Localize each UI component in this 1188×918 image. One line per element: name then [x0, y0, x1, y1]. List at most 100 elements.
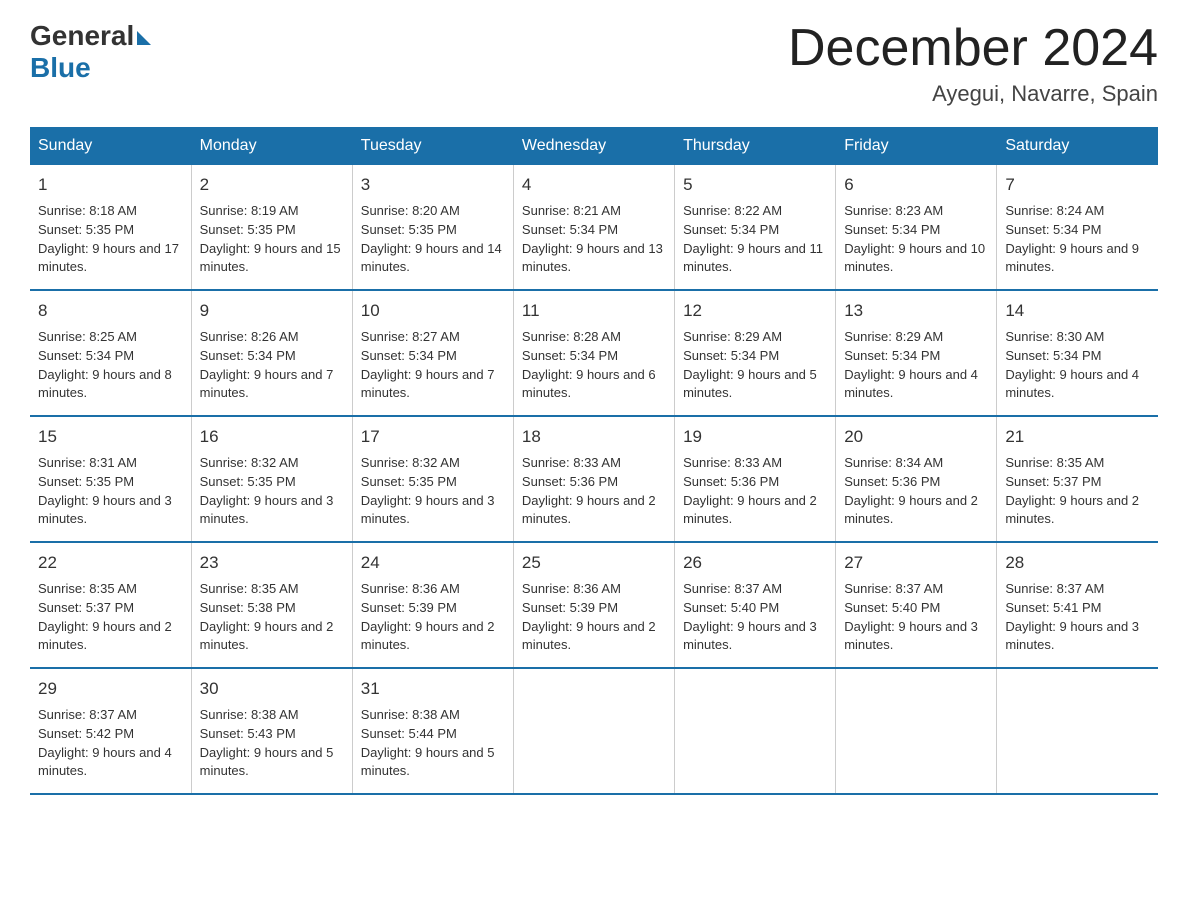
table-row: 15Sunrise: 8:31 AMSunset: 5:35 PMDayligh… — [30, 416, 191, 542]
sunrise-text: Sunrise: 8:20 AM — [361, 203, 460, 218]
table-row: 12Sunrise: 8:29 AMSunset: 5:34 PMDayligh… — [675, 290, 836, 416]
sunset-text: Sunset: 5:34 PM — [683, 348, 779, 363]
table-row: 27Sunrise: 8:37 AMSunset: 5:40 PMDayligh… — [836, 542, 997, 668]
sunrise-text: Sunrise: 8:31 AM — [38, 455, 137, 470]
day-number: 30 — [200, 677, 344, 702]
daylight-text: Daylight: 9 hours and 2 minutes. — [38, 619, 172, 653]
sunrise-text: Sunrise: 8:25 AM — [38, 329, 137, 344]
table-row: 5Sunrise: 8:22 AMSunset: 5:34 PMDaylight… — [675, 165, 836, 290]
daylight-text: Daylight: 9 hours and 2 minutes. — [1005, 493, 1139, 527]
calendar-week-row: 29Sunrise: 8:37 AMSunset: 5:42 PMDayligh… — [30, 668, 1158, 794]
sunrise-text: Sunrise: 8:18 AM — [38, 203, 137, 218]
sunrise-text: Sunrise: 8:35 AM — [38, 581, 137, 596]
daylight-text: Daylight: 9 hours and 3 minutes. — [361, 493, 495, 527]
daylight-text: Daylight: 9 hours and 17 minutes. — [38, 241, 179, 275]
calendar-week-row: 15 Sunrise: 8:31 AM Sunset: 5:35 PM Dayligh… — [30, 416, 1158, 542]
day-number: 9 — [200, 299, 344, 324]
table-row — [675, 668, 836, 794]
sunrise-text: Sunrise: 8:28 AM — [522, 329, 621, 344]
sunrise-text: Sunrise: 8:36 AM — [522, 581, 621, 596]
logo-general-text: General — [30, 20, 134, 52]
day-number: 6 — [844, 173, 988, 198]
sunset-text: Sunset: 5:37 PM — [1005, 474, 1101, 489]
daylight-text: Daylight: 9 hours and 9 minutes. — [1005, 241, 1139, 275]
day-number: 17 — [361, 425, 505, 450]
sunset-text: Sunset: 5:34 PM — [1005, 348, 1101, 363]
daylight-text: Daylight: 9 hours and 13 minutes. — [522, 241, 663, 275]
table-row: 23 Sunrise: 8:35 AM Sunset: 5:38 PM Dayligh… — [191, 542, 352, 668]
daylight-text: Daylight: 9 hours and 7 minutes. — [200, 367, 334, 401]
table-row: 14Sunrise: 8:30 AMSunset: 5:34 PMDayligh… — [997, 290, 1158, 416]
sunset-text: Sunset: 5:35 PM — [38, 222, 134, 237]
sunset-text: Sunset: 5:39 PM — [361, 600, 457, 615]
day-number: 21 — [1005, 425, 1150, 450]
table-row — [513, 668, 674, 794]
table-row: 22Sunrise: 8:35 AMSunset: 5:37 PMDayligh… — [30, 542, 191, 668]
sunset-text: Sunset: 5:35 PM — [361, 474, 457, 489]
col-monday: Monday — [191, 127, 352, 165]
day-number: 3 — [361, 173, 505, 198]
daylight-text: Daylight: 9 hours and 8 minutes. — [38, 367, 172, 401]
day-number: 24 — [361, 551, 505, 576]
sunrise-text: Sunrise: 8:38 AM — [361, 707, 460, 722]
sunrise-text: Sunrise: 8:27 AM — [361, 329, 460, 344]
sunrise-text: Sunrise: 8:29 AM — [683, 329, 782, 344]
table-row: 30Sunrise: 8:38 AMSunset: 5:43 PMDayligh… — [191, 668, 352, 794]
day-number: 1 — [38, 173, 183, 198]
table-row: 2 Sunrise: 8:19 AM Sunset: 5:35 PM Daylight… — [191, 165, 352, 290]
sunset-text: Sunset: 5:40 PM — [683, 600, 779, 615]
logo: General Blue — [30, 20, 151, 84]
sunrise-text: Sunrise: 8:24 AM — [1005, 203, 1104, 218]
col-thursday: Thursday — [675, 127, 836, 165]
table-row: 21 Sunrise: 8:35 AM Sunset: 5:37 PM Dayligh… — [997, 416, 1158, 542]
sunrise-text: Sunrise: 8:23 AM — [844, 203, 943, 218]
daylight-text: Daylight: 9 hours and 15 minutes. — [200, 241, 341, 275]
sunrise-text: Sunrise: 8:37 AM — [1005, 581, 1104, 596]
daylight-text: Daylight: 9 hours and 2 minutes. — [844, 493, 978, 527]
table-row: 26Sunrise: 8:37 AMSunset: 5:40 PMDayligh… — [675, 542, 836, 668]
day-number: 22 — [38, 551, 183, 576]
sunrise-text: Sunrise: 8:35 AM — [200, 581, 299, 596]
sunrise-text: Sunrise: 8:29 AM — [844, 329, 943, 344]
day-number: 11 — [522, 299, 666, 324]
table-row: 24Sunrise: 8:36 AMSunset: 5:39 PMDayligh… — [352, 542, 513, 668]
day-number: 27 — [844, 551, 988, 576]
table-row: 28Sunrise: 8:37 AMSunset: 5:41 PMDayligh… — [997, 542, 1158, 668]
title-area: December 2024 Ayegui, Navarre, Spain — [788, 20, 1158, 107]
day-number: 12 — [683, 299, 827, 324]
daylight-text: Daylight: 9 hours and 2 minutes. — [361, 619, 495, 653]
table-row: 13Sunrise: 8:29 AMSunset: 5:34 PMDayligh… — [836, 290, 997, 416]
daylight-text: Daylight: 9 hours and 2 minutes. — [683, 493, 817, 527]
table-row: 9Sunrise: 8:26 AMSunset: 5:34 PMDaylight… — [191, 290, 352, 416]
table-row: 7Sunrise: 8:24 AMSunset: 5:34 PMDaylight… — [997, 165, 1158, 290]
sunrise-text: Sunrise: 8:19 AM — [200, 203, 299, 218]
day-number: 5 — [683, 173, 827, 198]
daylight-text: Daylight: 9 hours and 4 minutes. — [844, 367, 978, 401]
day-number: 23 — [200, 551, 344, 576]
sunset-text: Sunset: 5:38 PM — [200, 600, 296, 615]
sunset-text: Sunset: 5:34 PM — [522, 222, 618, 237]
daylight-text: Daylight: 9 hours and 2 minutes. — [200, 619, 334, 653]
day-number: 28 — [1005, 551, 1150, 576]
daylight-text: Daylight: 9 hours and 3 minutes. — [1005, 619, 1139, 653]
sunrise-text: Sunrise: 8:21 AM — [522, 203, 621, 218]
daylight-text: Daylight: 9 hours and 3 minutes. — [683, 619, 817, 653]
table-row: 19Sunrise: 8:33 AMSunset: 5:36 PMDayligh… — [675, 416, 836, 542]
sunrise-text: Sunrise: 8:35 AM — [1005, 455, 1104, 470]
sunrise-text: Sunrise: 8:22 AM — [683, 203, 782, 218]
sunset-text: Sunset: 5:43 PM — [200, 726, 296, 741]
day-number: 15 — [38, 425, 183, 450]
daylight-text: Daylight: 9 hours and 2 minutes. — [522, 619, 656, 653]
sunrise-text: Sunrise: 8:33 AM — [683, 455, 782, 470]
sunset-text: Sunset: 5:34 PM — [683, 222, 779, 237]
sunset-text: Sunset: 5:35 PM — [361, 222, 457, 237]
day-number: 2 — [200, 173, 344, 198]
calendar-table: Sunday Monday Tuesday Wednesday Thursday… — [30, 127, 1158, 795]
sunset-text: Sunset: 5:34 PM — [522, 348, 618, 363]
day-number: 29 — [38, 677, 183, 702]
col-wednesday: Wednesday — [513, 127, 674, 165]
logo-arrow-icon — [137, 31, 151, 45]
sunset-text: Sunset: 5:35 PM — [200, 222, 296, 237]
day-number: 13 — [844, 299, 988, 324]
sunset-text: Sunset: 5:39 PM — [522, 600, 618, 615]
